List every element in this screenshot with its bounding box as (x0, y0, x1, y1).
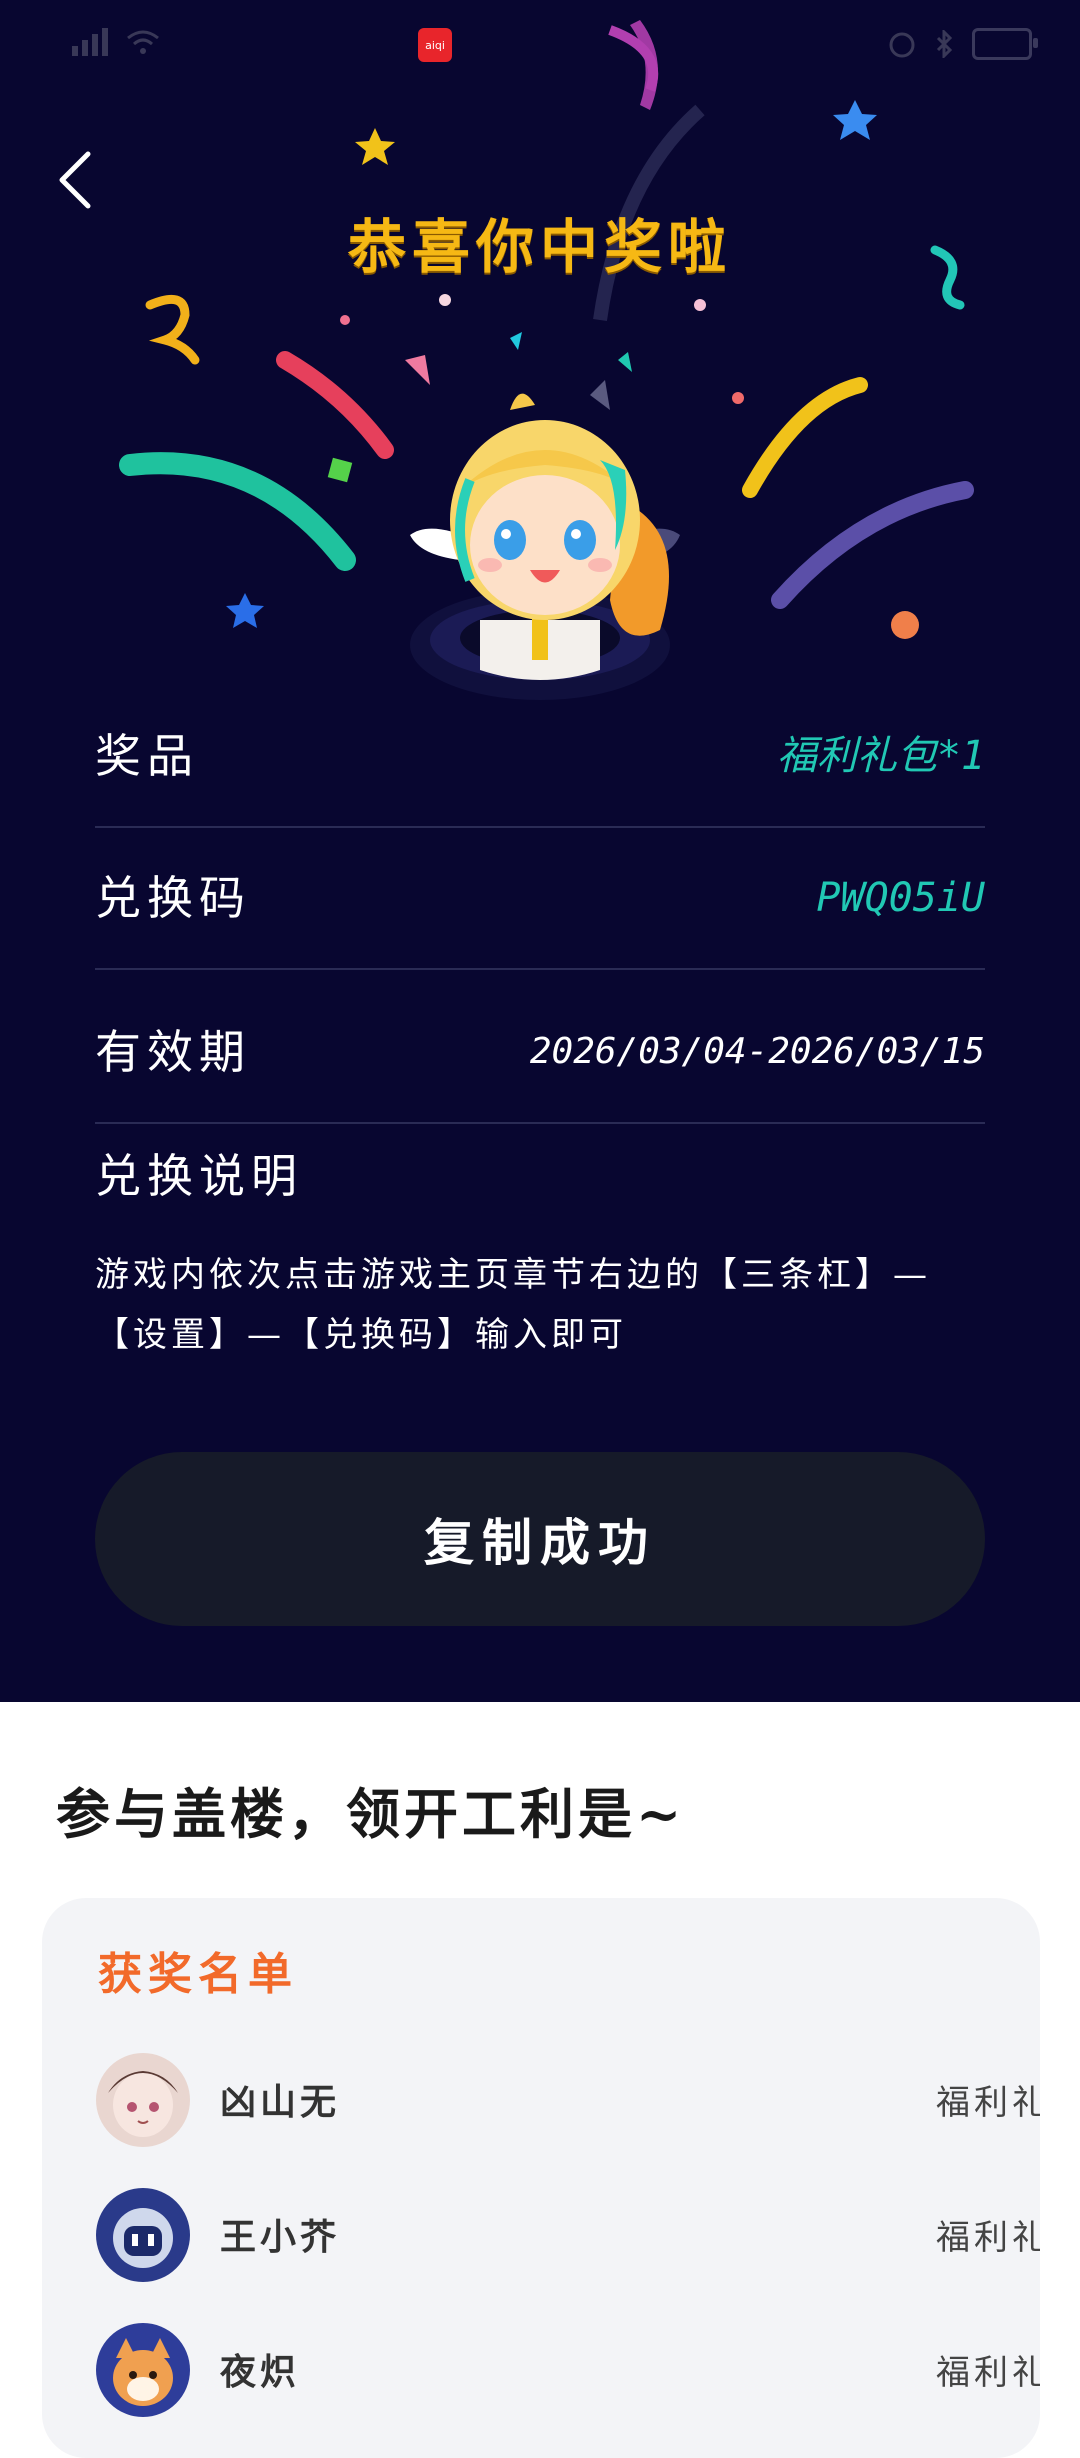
mascot-illustration (410, 380, 680, 700)
winner-item[interactable]: 夜炽 福利礼包 (96, 2323, 1040, 2423)
redeem-code-label: 兑换码 (95, 871, 251, 925)
validity-value: 2026/03/04-2026/03/15 (529, 1031, 985, 1072)
redeem-code-row: 兑换码 PWQ05iU (95, 828, 985, 970)
avatar[interactable] (96, 2323, 190, 2417)
winner-list-title: 获奖名单 (98, 1949, 298, 2000)
prize-value: 福利礼包*1 (776, 733, 985, 779)
winner-list-card: 获奖名单 凶山无 福利礼包 王小芥 福利礼包 (42, 1898, 1040, 2458)
instructions-text: 游戏内依次点击游戏主页章节右边的【三条杠】—【设置】—【兑换码】输入即可 (95, 1255, 931, 1355)
winner-item[interactable]: 凶山无 福利礼包 (96, 2053, 1040, 2153)
validity-label: 有效期 (95, 1025, 251, 1079)
prize-panel: aiqi 恭喜你中奖啦 奖品 福利礼包*1 兑换码 PWQ05iU 有效期 20… (0, 0, 1080, 1702)
prize-label: 奖品 (95, 729, 199, 783)
winner-item[interactable]: 王小芥 福利礼包 (96, 2188, 1040, 2288)
avatar[interactable] (96, 2053, 190, 2147)
winner-name: 夜炽 (220, 2351, 301, 2393)
community-title: 参与盖楼，领开工利是~ (56, 1782, 686, 1846)
winner-name: 凶山无 (220, 2081, 341, 2123)
winner-prize: 福利礼包 (936, 2218, 1040, 2258)
avatar[interactable] (96, 2188, 190, 2282)
winner-prize: 福利礼包 (936, 2083, 1040, 2123)
validity-row: 有效期 2026/03/04-2026/03/15 (95, 982, 985, 1124)
winner-name: 王小芥 (220, 2216, 341, 2258)
congrats-title: 恭喜你中奖啦 (347, 213, 732, 281)
prize-row: 奖品 福利礼包*1 (95, 686, 985, 828)
winner-prize: 福利礼包 (936, 2353, 1040, 2393)
copy-success-button[interactable]: 复制成功 (95, 1452, 985, 1626)
redeem-code-value[interactable]: PWQ05iU (816, 828, 985, 968)
instructions-title: 兑换说明 (95, 1149, 303, 1203)
